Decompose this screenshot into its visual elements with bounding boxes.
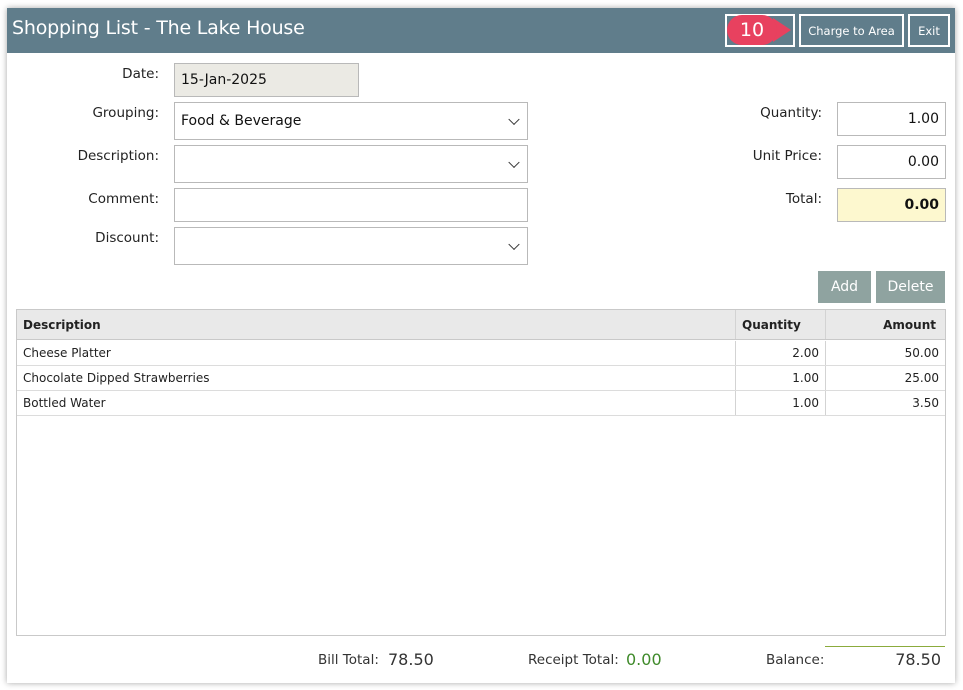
callout-number: 10 (727, 15, 777, 45)
row-amount: 3.50 (825, 391, 945, 415)
title-bar: Shopping List - The Lake House Charge to… (7, 8, 955, 53)
row-description: Cheese Platter (23, 346, 111, 360)
grouping-select[interactable]: Food & Beverage (174, 102, 528, 140)
bill-total-label: Bill Total: (318, 652, 379, 668)
table-row[interactable]: Chocolate Dipped Strawberries 1.00 25.00 (17, 366, 945, 391)
add-button[interactable]: Add (818, 271, 871, 303)
shopping-list-dialog: Shopping List - The Lake House Charge to… (7, 8, 955, 683)
quantity-value: 1.00 (907, 111, 939, 127)
unit-price-value: 0.00 (907, 154, 939, 170)
bill-total-value: 78.50 (388, 650, 434, 669)
chevron-down-icon (508, 156, 520, 169)
row-quantity: 2.00 (735, 341, 825, 365)
column-header-description[interactable]: Description (17, 310, 735, 339)
row-amount: 50.00 (825, 341, 945, 365)
receipt-total-label: Receipt Total: (528, 652, 619, 668)
column-header-amount[interactable]: Amount (825, 310, 945, 339)
grouping-label: Grouping: (92, 105, 159, 121)
total-label: Total: (785, 191, 822, 207)
unit-price-input[interactable]: 0.00 (837, 145, 946, 179)
row-quantity: 1.00 (735, 366, 825, 390)
delete-button[interactable]: Delete (876, 271, 945, 303)
total-value: 0.00 (904, 197, 939, 213)
grouping-value: Food & Beverage (181, 113, 302, 129)
quantity-label: Quantity: (760, 105, 822, 121)
comment-input[interactable] (174, 188, 528, 222)
balance-divider (825, 646, 945, 647)
balance-label: Balance: (766, 652, 825, 668)
discount-select[interactable] (174, 227, 528, 265)
date-label: Date: (122, 66, 159, 82)
exit-button[interactable]: Exit (908, 14, 950, 47)
row-description: Chocolate Dipped Strawberries (23, 371, 210, 385)
unit-price-label: Unit Price: (752, 148, 822, 164)
column-header-quantity[interactable]: Quantity (735, 310, 825, 339)
receipt-total-value: 0.00 (626, 650, 662, 669)
chevron-down-icon (508, 113, 520, 126)
step-callout: 10 (727, 15, 795, 45)
quantity-input[interactable]: 1.00 (837, 102, 946, 136)
table-row[interactable]: Bottled Water 1.00 3.50 (17, 391, 945, 416)
table-header: Description Quantity Amount (17, 310, 945, 340)
row-description: Bottled Water (23, 396, 106, 410)
total-field: 0.00 (837, 188, 946, 222)
charge-to-area-button[interactable]: Charge to Area (799, 14, 904, 47)
balance-value: 78.50 (895, 650, 941, 669)
description-label: Description: (77, 148, 159, 164)
row-quantity: 1.00 (735, 391, 825, 415)
description-select[interactable] (174, 145, 528, 183)
items-table: Description Quantity Amount Cheese Platt… (16, 309, 946, 636)
comment-label: Comment: (88, 191, 159, 207)
date-field: 15-Jan-2025 (174, 63, 359, 97)
row-amount: 25.00 (825, 366, 945, 390)
dialog-title: Shopping List - The Lake House (12, 17, 305, 39)
discount-label: Discount: (95, 230, 159, 246)
date-value: 15-Jan-2025 (181, 72, 267, 88)
table-row[interactable]: Cheese Platter 2.00 50.00 (17, 341, 945, 366)
chevron-down-icon (508, 238, 520, 251)
